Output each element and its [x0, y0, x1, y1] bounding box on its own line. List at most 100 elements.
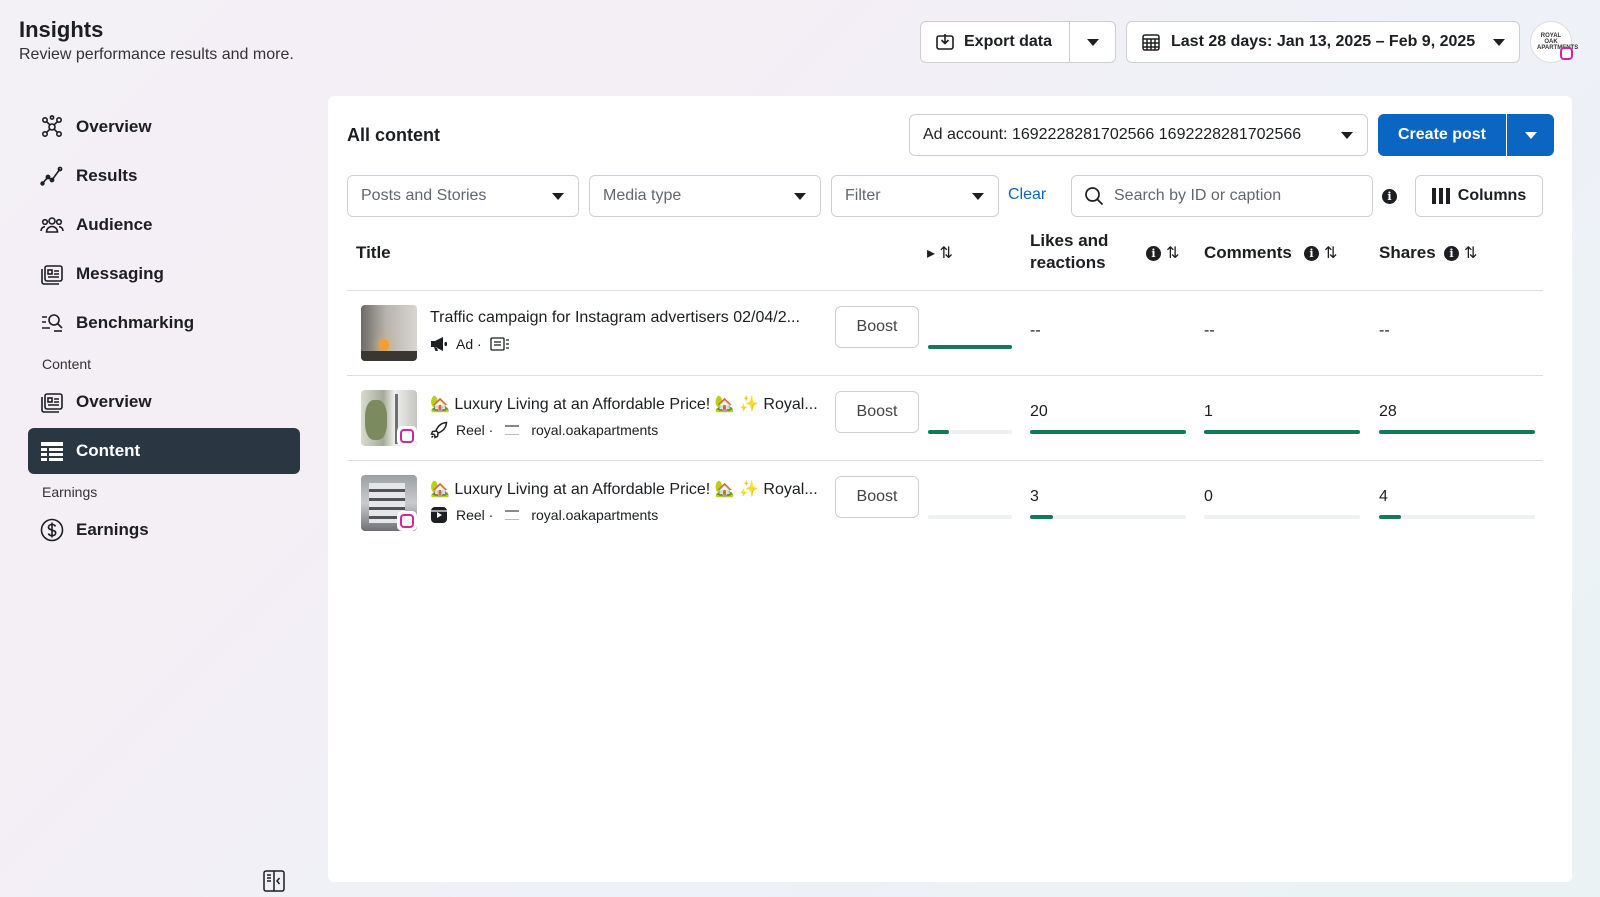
sidebar-item-content[interactable]: Content — [28, 428, 300, 474]
benchmark-icon — [42, 314, 63, 332]
megaphone-icon — [431, 337, 447, 351]
post-title[interactable]: 🏡 Luxury Living at an Affordable Price! … — [430, 479, 818, 499]
columns-button[interactable]: Columns — [1415, 175, 1543, 217]
sidebar-item-label: Overview — [76, 392, 152, 411]
account-thumbnail-icon — [505, 510, 520, 520]
divider — [347, 375, 1543, 376]
column-header-likes[interactable]: Likes and reactions — [1030, 230, 1108, 274]
boost-button[interactable]: Boost — [835, 391, 919, 433]
post-thumbnail[interactable] — [361, 305, 417, 361]
ad-account-label: Ad account: 1692228281702566 16922282817… — [923, 126, 1302, 143]
likes-value: 3 — [1030, 488, 1039, 505]
comments-bar — [1204, 430, 1360, 434]
info-icon[interactable]: i — [1382, 189, 1397, 204]
shares-value: -- — [1379, 322, 1390, 339]
likes-bar — [1030, 515, 1186, 519]
boost-button[interactable]: Boost — [835, 476, 919, 518]
bar-fill — [928, 345, 1012, 349]
create-post-dropdown[interactable] — [1507, 114, 1554, 156]
network-icon — [41, 115, 62, 137]
sort-icon[interactable]: ▸ ⇅ — [927, 243, 953, 263]
sort-icon[interactable]: ⇅ — [1324, 243, 1337, 263]
likes-header-line1: Likes and — [1030, 231, 1109, 250]
search-icon — [1085, 187, 1104, 206]
sidebar-item-label: Benchmarking — [76, 313, 195, 332]
post-account: royal.oakapartments — [531, 422, 659, 438]
bar-fill — [1030, 515, 1054, 519]
sort-icon[interactable]: ⇅ — [1166, 243, 1179, 263]
overview-icon — [41, 393, 63, 413]
dollar-icon — [40, 518, 64, 542]
post-type: Reel · — [456, 507, 494, 523]
comments-value: 0 — [1204, 488, 1213, 505]
caret-down-icon — [1493, 38, 1505, 46]
likes-value: 20 — [1030, 403, 1048, 420]
ad-account-selector[interactable]: Ad account: 1692228281702566 16922282817… — [909, 114, 1368, 156]
info-icon[interactable]: i — [1444, 246, 1459, 261]
posts-stories-label: Posts and Stories — [361, 187, 487, 204]
shares-bar — [1379, 430, 1535, 434]
sort-icon[interactable]: ⇅ — [1464, 243, 1477, 263]
columns-icon — [1431, 188, 1450, 204]
reel-icon — [431, 507, 447, 523]
date-range-picker[interactable]: Last 28 days: Jan 13, 2025 – Feb 9, 2025 — [1126, 21, 1520, 63]
sidebar-item-label: Earnings — [76, 520, 149, 539]
trend-icon — [40, 166, 63, 186]
content-panel: All content Ad account: 1692228281702566… — [328, 96, 1572, 882]
page-subtitle: Review performance results and more. — [19, 46, 294, 63]
post-title[interactable]: 🏡 Luxury Living at an Affordable Price! … — [430, 394, 818, 414]
sidebar-item-benchmarking[interactable]: Benchmarking — [28, 300, 300, 346]
posts-stories-select[interactable]: Posts and Stories — [347, 175, 579, 217]
bar-fill — [1379, 515, 1401, 519]
caret-down-icon — [972, 192, 984, 200]
sidebar-item-label: Overview — [76, 117, 152, 136]
create-post-button[interactable]: Create post — [1378, 114, 1506, 156]
account-avatar[interactable]: ROYAL OAK APARTMENTS — [1530, 21, 1578, 63]
people-icon — [40, 217, 64, 233]
columns-label: Columns — [1457, 187, 1527, 204]
column-header-comments[interactable]: Comments — [1204, 242, 1292, 264]
sidebar-item-content-overview[interactable]: Overview — [28, 379, 300, 425]
post-thumbnail[interactable] — [361, 475, 417, 531]
likes-bar — [1030, 430, 1186, 434]
info-icon[interactable]: i — [1146, 246, 1161, 261]
sidebar-item-results[interactable]: Results — [28, 153, 300, 199]
export-options-dropdown[interactable] — [1070, 21, 1116, 63]
post-thumbnail[interactable] — [361, 390, 417, 446]
filter-select[interactable]: Filter — [831, 175, 999, 217]
post-type: Reel · — [456, 422, 494, 438]
section-label-content: Content — [42, 356, 92, 372]
caret-down-icon — [794, 192, 806, 200]
column-header-title[interactable]: Title — [356, 242, 391, 264]
export-data-button[interactable]: Export data — [920, 21, 1070, 63]
sidebar-item-label: Audience — [76, 215, 153, 234]
info-icon[interactable]: i — [1304, 246, 1319, 261]
clear-filters-link[interactable]: Clear — [1008, 186, 1046, 204]
download-icon — [936, 34, 954, 50]
page-title: Insights — [19, 17, 104, 42]
sidebar-item-earnings[interactable]: Earnings — [28, 507, 300, 553]
sidebar-item-audience[interactable]: Audience — [28, 202, 300, 248]
sidebar-item-label: Results — [76, 166, 138, 185]
post-meta: Reel · royal.oakapartments — [430, 421, 658, 439]
media-type-select[interactable]: Media type — [589, 175, 821, 217]
sidebar-item-overview[interactable]: Overview — [28, 104, 300, 150]
search-box[interactable] — [1071, 175, 1373, 217]
export-data-label: Export data — [964, 33, 1053, 50]
bar-fill — [1379, 430, 1535, 434]
sidebar-item-messaging[interactable]: Messaging — [28, 251, 300, 297]
sidebar-item-label: Messaging — [76, 264, 164, 283]
boost-button[interactable]: Boost — [835, 306, 919, 348]
post-account: royal.oakapartments — [531, 507, 659, 523]
account-thumbnail-icon — [505, 425, 520, 435]
column-header-shares[interactable]: Shares — [1379, 242, 1436, 264]
search-input[interactable] — [1114, 187, 1354, 205]
post-title[interactable]: Traffic campaign for Instagram advertise… — [430, 309, 800, 327]
comments-value: -- — [1204, 322, 1215, 339]
collapse-sidebar-icon[interactable] — [263, 870, 285, 892]
reach-bar — [928, 515, 1012, 519]
reach-bar — [928, 345, 1012, 349]
table-icon — [41, 442, 63, 461]
post-meta: Ad · — [430, 336, 510, 352]
divider — [347, 290, 1543, 291]
